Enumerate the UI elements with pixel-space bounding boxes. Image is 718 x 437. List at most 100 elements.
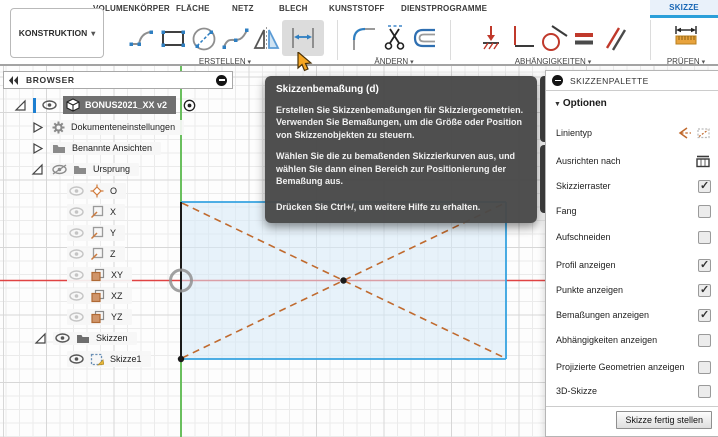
folder-icon (52, 143, 66, 154)
skizzierraster-checkbox[interactable] (698, 180, 711, 193)
expander-collapsed-icon[interactable] (31, 142, 44, 155)
tree-row-xz-plane[interactable]: XZ (67, 287, 132, 305)
tree-row-named-views[interactable]: Benannte Ansichten (31, 139, 161, 157)
aendern-dropdown[interactable]: ÄNDERN (341, 57, 447, 66)
tree-row-yz-plane[interactable]: YZ (67, 308, 132, 326)
tab-kunststoff[interactable]: KUNSTSTOFF (329, 4, 385, 13)
align-grid-icon[interactable] (695, 154, 711, 168)
rectangle-tool-icon[interactable] (158, 20, 188, 56)
eye-dim-icon[interactable] (69, 186, 84, 196)
tangent-constraint-icon[interactable] (538, 20, 568, 56)
tree-row-y-axis[interactable]: Y (67, 224, 125, 242)
tab-dienstprogramme[interactable]: DIENSTPROGRAMME (401, 4, 487, 13)
tab-flaeche[interactable]: FLÄCHE (176, 4, 210, 13)
profil-anzeigen-checkbox[interactable] (698, 259, 711, 272)
gear-icon (52, 121, 65, 134)
plane-filled-icon (90, 289, 105, 303)
group-abhaengigkeiten: ABHÄNGIGKEITEN (456, 19, 650, 66)
eye-icon[interactable] (69, 354, 84, 364)
tab-blech[interactable]: BLECH (279, 4, 308, 13)
center-sketch-point[interactable] (340, 277, 346, 283)
tree-row-z-axis[interactable]: Z (67, 245, 125, 263)
minimize-icon[interactable] (552, 75, 563, 86)
tree-row-sketches-folder[interactable]: Skizzen (34, 329, 137, 347)
offset-tool-icon[interactable] (410, 20, 440, 56)
tree-row-component[interactable]: BONUS2021_XX v2 (14, 96, 197, 114)
bemassungen-anzeigen-checkbox[interactable] (698, 309, 711, 322)
fillet-tool-icon[interactable] (348, 20, 378, 56)
activate-component-radio[interactable] (182, 98, 197, 113)
finish-sketch-button[interactable]: Skizze fertig stellen (616, 411, 712, 429)
eye-dim-icon[interactable] (69, 207, 84, 217)
spline-tool-icon[interactable] (220, 20, 250, 56)
eye-dim-icon[interactable] (69, 228, 84, 238)
abhaengigkeiten-dropdown[interactable]: ABHÄNGIGKEITEN (456, 57, 650, 66)
browser-header[interactable]: BROWSER (3, 71, 233, 89)
eye-icon[interactable] (55, 333, 70, 343)
collapse-left-icon[interactable] (9, 76, 19, 85)
folder-icon (73, 164, 87, 175)
tree-row-document-settings[interactable]: Dokumenteneinstellungen (31, 118, 184, 136)
trim-tool-icon[interactable] (379, 20, 409, 56)
tree-row-sketch1[interactable]: Skizze1 (67, 350, 151, 368)
eye-dim-icon[interactable] (69, 249, 84, 259)
line-tool-icon[interactable] (127, 20, 157, 56)
perpendicular-constraint-icon[interactable] (507, 20, 537, 56)
selected-component[interactable]: BONUS2021_XX v2 (63, 96, 176, 114)
pruefen-label: PRÜFEN (667, 57, 700, 66)
options-section-toggle[interactable]: Optionen (554, 98, 607, 109)
fang-checkbox[interactable] (698, 205, 711, 218)
chevron-down-icon (700, 57, 705, 66)
3d-skizze-checkbox[interactable] (698, 385, 711, 398)
selection-bar (33, 98, 36, 113)
expander-expanded-icon[interactable] (34, 332, 47, 345)
palette-row-dimensions: Bemaßungen anzeigen (556, 307, 711, 323)
toolbar-divider (650, 20, 651, 60)
konstruktion-dropdown-button[interactable]: KONSTRUKTION (10, 8, 104, 58)
eye-dim-icon[interactable] (69, 312, 84, 322)
fusion-window: VOLUMENKÖRPER FLÄCHE NETZ BLECH KUNSTSTO… (0, 0, 718, 437)
aufschneiden-checkbox[interactable] (698, 231, 711, 244)
expander-collapsed-icon[interactable] (31, 121, 44, 134)
eye-hidden-icon[interactable] (52, 164, 67, 175)
component-cube-icon (66, 98, 80, 112)
plane-icon (90, 247, 104, 261)
parallel-constraint-icon[interactable] (600, 20, 630, 56)
minimize-icon[interactable] (216, 75, 227, 86)
expander-expanded-icon[interactable] (31, 163, 44, 176)
eye-icon[interactable] (42, 100, 57, 110)
eye-dim-icon[interactable] (69, 270, 84, 280)
browser-panel: BROWSER BONUS2021_XX v2 Dokumenteneinste… (3, 71, 233, 89)
mirror-tool-icon[interactable] (251, 20, 281, 56)
erstellen-label: ERSTELLEN (199, 57, 246, 66)
tree-row-origin-point[interactable]: O (67, 182, 126, 200)
tree-row-origin-folder[interactable]: Ursprung (31, 160, 139, 178)
construction-line-icon[interactable] (696, 126, 711, 140)
tree-row-xy-plane[interactable]: XY (67, 266, 132, 284)
tree-row-x-axis[interactable]: X (67, 203, 125, 221)
palette-header[interactable]: SKIZZENPALETTE (546, 71, 718, 91)
tab-volumenkoerper[interactable]: VOLUMENKÖRPER (93, 4, 170, 13)
measure-tool-icon[interactable] (671, 20, 701, 56)
plane-filled-icon (90, 310, 105, 324)
corner-sketch-point[interactable] (178, 356, 184, 362)
abhaengigkeiten-anzeigen-checkbox[interactable] (698, 334, 711, 347)
tree-label: Benannte Ansichten (72, 143, 152, 153)
tree-label: Dokumenteneinstellungen (71, 122, 175, 132)
aendern-label: ÄNDERN (374, 57, 408, 66)
tab-netz[interactable]: NETZ (232, 4, 254, 13)
origin-point-icon (90, 184, 104, 198)
projizierte-geometrien-checkbox[interactable] (698, 361, 711, 374)
punkte-anzeigen-checkbox[interactable] (698, 284, 711, 297)
eye-dim-icon[interactable] (69, 291, 84, 301)
expander-expanded-icon[interactable] (14, 99, 27, 112)
tab-skizze-active[interactable]: SKIZZE (650, 0, 718, 18)
pruefen-dropdown[interactable]: PRÜFEN (656, 57, 716, 66)
palette-row-snap: Fang (556, 203, 711, 219)
fix-constraint-icon[interactable] (476, 20, 506, 56)
centerline-icon[interactable] (677, 126, 692, 140)
palette-row-points: Punkte anzeigen (556, 282, 711, 298)
circle-tool-icon[interactable] (189, 20, 219, 56)
sketch-dimension-tool-button[interactable] (282, 20, 324, 56)
equal-constraint-icon[interactable] (569, 20, 599, 56)
